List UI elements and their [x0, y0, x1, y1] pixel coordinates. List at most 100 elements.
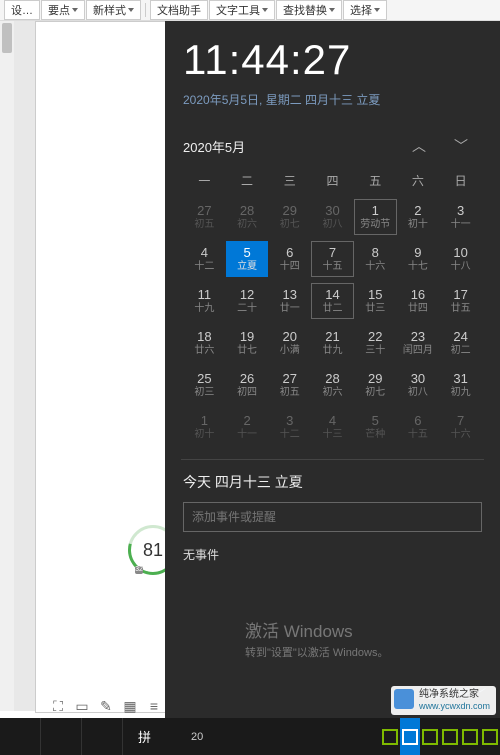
calendar-day[interactable]: 9十七 [397, 241, 440, 277]
calendar-day[interactable]: 1劳动节 [354, 199, 397, 235]
prev-month-chevron-icon[interactable]: ︿ [398, 136, 440, 156]
calendar-day[interactable]: 25初三 [183, 367, 226, 403]
gauge-sub: 32 [135, 566, 143, 574]
month-label[interactable]: 2020年5月 [183, 137, 398, 156]
calendar-day[interactable]: 7十五 [311, 241, 354, 277]
reading-layout-icon[interactable]: ▭ [72, 696, 92, 716]
dow-header: 日 [439, 168, 482, 193]
calendar-day[interactable]: 19廿七 [226, 325, 269, 361]
calendar-day[interactable]: 10十八 [439, 241, 482, 277]
wps-toolbar: 设… 要点 新样式 文档助手 文字工具 查找替换 选择 [0, 0, 500, 21]
dow-header: 四 [311, 168, 354, 193]
clock-date-line[interactable]: 2020年5月5日, 星期二 四月十三 立夏 [183, 91, 482, 108]
taskbar-option[interactable] [380, 718, 400, 755]
taskbar-option[interactable] [480, 718, 500, 755]
calendar-day[interactable]: 5立夏 [226, 241, 269, 277]
calendar-day[interactable]: 12二十 [226, 283, 269, 319]
taskbar-option-grid [380, 718, 500, 755]
calendar-day[interactable]: 4十二 [183, 241, 226, 277]
taskbar-clock[interactable]: 20 [191, 731, 203, 743]
watermark-logo-icon [394, 689, 414, 709]
calendar-day[interactable]: 15廿三 [354, 283, 397, 319]
calendar-day[interactable]: 16廿四 [397, 283, 440, 319]
taskbar-app[interactable] [41, 718, 82, 755]
add-event-input[interactable] [183, 502, 482, 532]
calendar-day[interactable]: 31初九 [439, 367, 482, 403]
chevron-down-icon [329, 8, 335, 12]
next-month-chevron-icon[interactable]: ﹀ [440, 136, 482, 156]
calendar-day[interactable]: 4十三 [311, 409, 354, 445]
toolbar-item[interactable]: 选择 [343, 0, 387, 20]
calendar-day[interactable]: 3十一 [439, 199, 482, 235]
calendar-day[interactable]: 6十五 [397, 409, 440, 445]
calendar-day[interactable]: 23闰四月 [397, 325, 440, 361]
toolbar-item[interactable]: 新样式 [86, 0, 141, 20]
edit-icon[interactable]: ✎ [96, 696, 116, 716]
taskbar-apps [0, 718, 123, 755]
separator [145, 3, 146, 17]
chevron-down-icon [128, 8, 134, 12]
divider [181, 459, 484, 460]
calendar-day[interactable]: 30初八 [311, 199, 354, 235]
vertical-scrollbar[interactable] [0, 21, 14, 711]
activate-sub: 转到"设置"以激活 Windows。 [245, 644, 389, 660]
calendar-day[interactable]: 2十一 [226, 409, 269, 445]
calendar-day[interactable]: 17廿五 [439, 283, 482, 319]
calendar-day[interactable]: 28初六 [226, 199, 269, 235]
taskbar-app[interactable] [82, 718, 123, 755]
dow-header: 五 [354, 168, 397, 193]
calendar-day[interactable]: 26初四 [226, 367, 269, 403]
dow-header: 三 [268, 168, 311, 193]
activate-title: 激活 Windows [245, 617, 389, 642]
calendar-day[interactable]: 7十六 [439, 409, 482, 445]
chevron-down-icon [374, 8, 380, 12]
taskbar-option[interactable] [420, 718, 440, 755]
today-lunar-label: 今天 四月十三 立夏 [183, 472, 482, 492]
document-page[interactable] [35, 21, 167, 713]
calendar-day[interactable]: 22三十 [354, 325, 397, 361]
page-layout-icon[interactable]: ▦ [120, 696, 140, 716]
outline-icon[interactable]: ≡ [144, 696, 164, 716]
calendar-day[interactable]: 27初五 [183, 199, 226, 235]
taskbar-app[interactable] [0, 718, 41, 755]
calendar-day[interactable]: 18廿六 [183, 325, 226, 361]
status-bar-icons: ⛶ ▭ ✎ ▦ ≡ [48, 696, 164, 716]
toolbar-item[interactable]: 要点 [41, 0, 85, 20]
calendar-day[interactable]: 28初六 [311, 367, 354, 403]
calendar-day[interactable]: 13廿一 [268, 283, 311, 319]
calendar-day[interactable]: 29初七 [354, 367, 397, 403]
calendar-day[interactable]: 21廿九 [311, 325, 354, 361]
calendar-day[interactable]: 3十二 [268, 409, 311, 445]
calendar-day[interactable]: 6十四 [268, 241, 311, 277]
site-watermark: 纯净系统之家 www.ycwxdn.com [391, 686, 496, 715]
dow-header: 六 [397, 168, 440, 193]
calendar-day[interactable]: 1初十 [183, 409, 226, 445]
calendar-day[interactable]: 24初二 [439, 325, 482, 361]
no-event-label: 无事件 [183, 546, 482, 563]
scroll-thumb[interactable] [2, 23, 12, 53]
chevron-down-icon [262, 8, 268, 12]
calendar-day[interactable]: 14廿二 [311, 283, 354, 319]
calendar-day[interactable]: 30初八 [397, 367, 440, 403]
ime-indicator[interactable]: 拼 [128, 718, 161, 755]
calendar-day[interactable]: 27初五 [268, 367, 311, 403]
calendar-day[interactable]: 11十九 [183, 283, 226, 319]
calendar-day[interactable]: 29初七 [268, 199, 311, 235]
taskbar-option[interactable] [460, 718, 480, 755]
calendar-day[interactable]: 5芒种 [354, 409, 397, 445]
toolbar-item[interactable]: 查找替换 [276, 0, 342, 20]
dow-header: 一 [183, 168, 226, 193]
calendar-flyout: 11:44:27 2020年5月5日, 星期二 四月十三 立夏 2020年5月 … [165, 21, 500, 718]
toolbar-item[interactable]: 设… [4, 0, 40, 20]
chevron-down-icon [72, 8, 78, 12]
toolbar-item[interactable]: 文字工具 [209, 0, 275, 20]
taskbar-option[interactable] [440, 718, 460, 755]
toolbar-item[interactable]: 文档助手 [150, 0, 208, 20]
calendar-day[interactable]: 20小满 [268, 325, 311, 361]
calendar-day[interactable]: 2初十 [397, 199, 440, 235]
clock-time: 11:44:27 [183, 39, 482, 81]
fullscreen-icon[interactable]: ⛶ [48, 696, 68, 716]
month-navigation: 2020年5月 ︿ ﹀ [183, 136, 482, 156]
taskbar-option[interactable] [400, 718, 420, 755]
calendar-day[interactable]: 8十六 [354, 241, 397, 277]
